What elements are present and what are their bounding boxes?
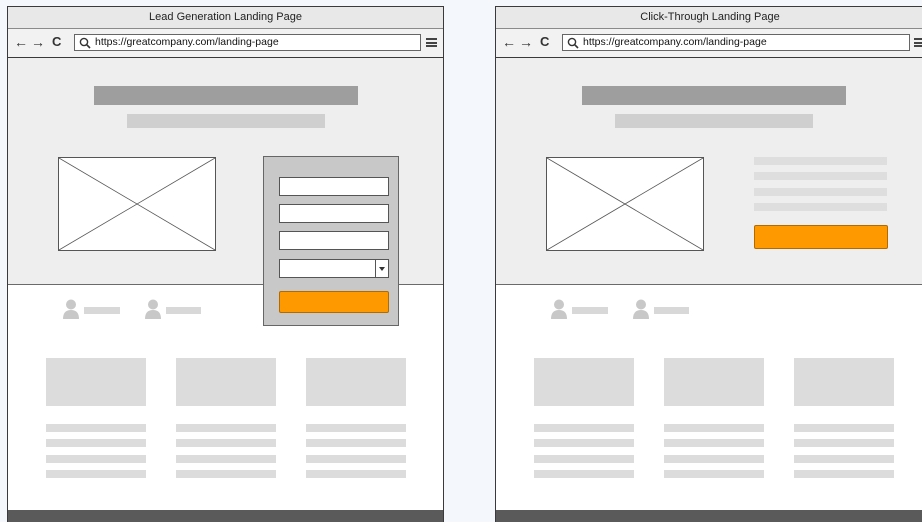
- click-through-browser-window: Click-Through Landing Page ← → C https:/…: [495, 6, 922, 522]
- text-line-placeholder: [306, 455, 406, 463]
- text-line-placeholder: [176, 470, 276, 478]
- form-field-3[interactable]: [279, 231, 389, 250]
- arrow-right-icon[interactable]: →: [519, 34, 533, 50]
- testimonial-label-placeholder: [654, 307, 689, 314]
- browser-toolbar: ← → C https://greatcompany.com/landing-p…: [8, 29, 443, 58]
- form-field-2[interactable]: [279, 204, 389, 223]
- url-text: https://greatcompany.com/landing-page: [95, 36, 279, 48]
- submit-button[interactable]: [279, 291, 389, 313]
- text-line-placeholder: [306, 470, 406, 478]
- text-line-placeholder: [306, 424, 406, 432]
- text-line-placeholder: [176, 424, 276, 432]
- text-line-placeholder: [46, 470, 146, 478]
- hero-section: [496, 58, 922, 285]
- search-icon: [567, 37, 579, 49]
- text-line-placeholder: [534, 455, 634, 463]
- footer-bar: [8, 510, 443, 522]
- hero-image-placeholder: [58, 157, 216, 251]
- body-text-placeholder: [754, 157, 887, 165]
- headline-placeholder: [94, 86, 358, 105]
- testimonial-label-placeholder: [166, 307, 201, 314]
- hamburger-menu-icon[interactable]: [914, 38, 922, 47]
- text-line-placeholder: [46, 439, 146, 447]
- feature-card-placeholder: [176, 358, 276, 406]
- feature-card-placeholder: [664, 358, 764, 406]
- text-line-placeholder: [306, 439, 406, 447]
- body-text-placeholder: [754, 172, 887, 180]
- arrow-right-icon[interactable]: →: [31, 34, 45, 50]
- address-bar[interactable]: https://greatcompany.com/landing-page: [74, 34, 421, 51]
- user-icon: [145, 299, 161, 319]
- text-line-placeholder: [176, 439, 276, 447]
- testimonial-label-placeholder: [572, 307, 608, 314]
- text-line-placeholder: [176, 455, 276, 463]
- text-line-placeholder: [664, 439, 764, 447]
- lead-capture-form: [263, 156, 399, 326]
- arrow-left-icon[interactable]: ←: [14, 34, 28, 50]
- text-line-placeholder: [46, 455, 146, 463]
- text-line-placeholder: [794, 424, 894, 432]
- feature-card-placeholder: [46, 358, 146, 406]
- text-line-placeholder: [534, 470, 634, 478]
- browser-toolbar: ← → C https://greatcompany.com/landing-p…: [496, 29, 922, 58]
- window-title: Lead Generation Landing Page: [8, 7, 443, 29]
- reload-icon[interactable]: C: [52, 34, 61, 50]
- user-icon: [633, 299, 649, 319]
- lead-generation-browser-window: Lead Generation Landing Page ← → C https…: [7, 6, 444, 522]
- subheadline-placeholder: [615, 114, 813, 128]
- text-line-placeholder: [664, 470, 764, 478]
- feature-card-placeholder: [534, 358, 634, 406]
- user-icon: [551, 299, 567, 319]
- form-select-dropdown[interactable]: [279, 259, 389, 278]
- user-icon: [63, 299, 79, 319]
- subheadline-placeholder: [127, 114, 325, 128]
- window-title: Click-Through Landing Page: [496, 7, 922, 29]
- hero-image-placeholder: [546, 157, 704, 251]
- body-text-placeholder: [754, 188, 887, 196]
- address-bar[interactable]: https://greatcompany.com/landing-page: [562, 34, 910, 51]
- image-placeholder-icon: [547, 158, 703, 250]
- hamburger-menu-icon[interactable]: [426, 38, 437, 47]
- text-line-placeholder: [534, 439, 634, 447]
- feature-card-placeholder: [794, 358, 894, 406]
- footer-bar: [496, 510, 922, 522]
- feature-card-placeholder: [306, 358, 406, 406]
- search-icon: [79, 37, 91, 49]
- dropdown-arrow-icon[interactable]: [375, 260, 388, 277]
- text-line-placeholder: [794, 455, 894, 463]
- text-line-placeholder: [534, 424, 634, 432]
- text-line-placeholder: [46, 424, 146, 432]
- form-field-1[interactable]: [279, 177, 389, 196]
- text-line-placeholder: [794, 470, 894, 478]
- image-placeholder-icon: [59, 158, 215, 250]
- text-line-placeholder: [664, 424, 764, 432]
- text-line-placeholder: [794, 439, 894, 447]
- url-text: https://greatcompany.com/landing-page: [583, 36, 767, 48]
- testimonial-label-placeholder: [84, 307, 120, 314]
- call-to-action-button[interactable]: [754, 225, 888, 249]
- body-text-placeholder: [754, 203, 887, 211]
- headline-placeholder: [582, 86, 846, 105]
- text-line-placeholder: [664, 455, 764, 463]
- arrow-left-icon[interactable]: ←: [502, 34, 516, 50]
- reload-icon[interactable]: C: [540, 34, 549, 50]
